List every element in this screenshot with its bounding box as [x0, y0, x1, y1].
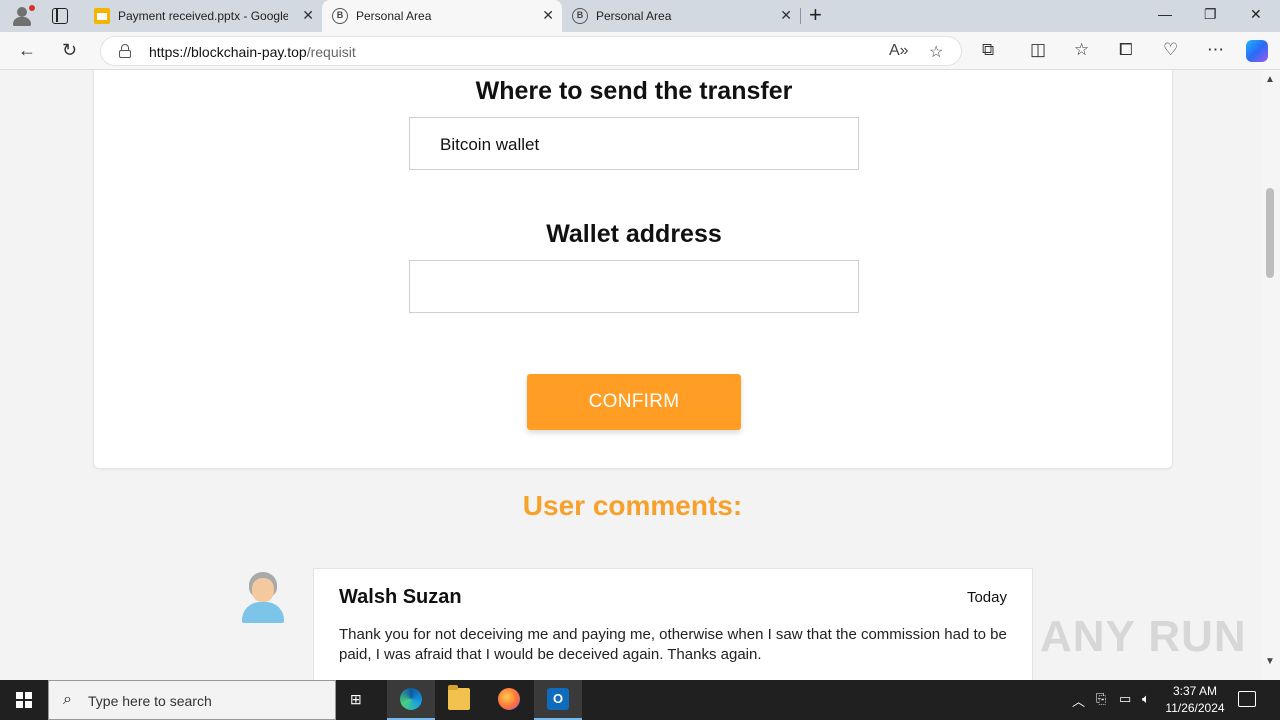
- back-button[interactable]: ←: [18, 40, 36, 60]
- firefox-icon: [498, 688, 520, 710]
- restore-button[interactable]: ❐: [1204, 6, 1217, 23]
- tab-actions-icon[interactable]: [52, 8, 68, 24]
- slides-icon: [94, 8, 110, 24]
- scroll-down-arrow-icon[interactable]: ▼: [1265, 656, 1275, 667]
- close-window-button[interactable]: ✕: [1250, 6, 1262, 23]
- confirm-button[interactable]: CONFIRM: [527, 374, 741, 430]
- taskbar-edge[interactable]: [387, 680, 435, 720]
- url-path: /requisit: [306, 44, 356, 60]
- vertical-scrollbar[interactable]: ▲ ▼: [1262, 70, 1280, 680]
- refresh-button[interactable]: ↻: [62, 40, 77, 60]
- anyrun-watermark: ANY RUN: [1040, 612, 1247, 661]
- transfer-form-card: Where to send the transfer Bitcoin walle…: [93, 70, 1173, 469]
- url-host: https://blockchain-pay.top: [149, 44, 307, 60]
- taskbar-firefox[interactable]: [485, 680, 533, 720]
- windows-taskbar: ⌕ Type here to search ⊞ O ︿ ⎘ ▭ 🔈︎ 3:37 …: [0, 680, 1280, 720]
- user-avatar-icon: [240, 570, 286, 624]
- split-screen-icon[interactable]: ◫: [1030, 41, 1046, 59]
- close-tab-icon[interactable]: ✕: [302, 7, 314, 24]
- browser-essentials-icon[interactable]: ♡: [1163, 41, 1178, 59]
- wallet-address-heading: Wallet address: [546, 220, 722, 248]
- show-hidden-icons[interactable]: ︿: [1072, 691, 1085, 710]
- browser-toolbar: ← ↻ https://blockchain-pay.top/requisit …: [0, 32, 1280, 70]
- task-view-icon[interactable]: ⊞: [350, 691, 368, 709]
- notification-icon[interactable]: [1238, 691, 1256, 707]
- clock-date: 11/26/2024: [1165, 701, 1225, 715]
- tab-title: Personal Area: [596, 9, 672, 23]
- volume-icon[interactable]: 🔈︎: [1142, 691, 1150, 707]
- search-placeholder: Type here to search: [88, 693, 212, 709]
- transfer-heading: Where to send the transfer: [475, 77, 793, 105]
- b-site-icon: B: [572, 8, 588, 24]
- folder-icon: [448, 685, 470, 710]
- taskbar-outlook[interactable]: O: [534, 680, 582, 720]
- transfer-method-select[interactable]: Bitcoin wallet: [409, 117, 859, 170]
- lock-icon[interactable]: [119, 44, 131, 58]
- tab-personal-area[interactable]: B Personal Area ✕: [562, 0, 800, 32]
- scrollbar-thumb[interactable]: [1266, 188, 1274, 278]
- minimize-button[interactable]: —: [1158, 6, 1172, 22]
- outlook-icon: O: [547, 688, 569, 710]
- collections-icon[interactable]: ⧠: [1119, 41, 1133, 59]
- favorites-icon[interactable]: ☆: [1074, 41, 1089, 59]
- extensions-icon[interactable]: ⧉: [982, 41, 994, 59]
- tab-bar: Payment received.pptx - Google ✕ B Perso…: [0, 0, 1280, 32]
- close-tab-icon[interactable]: ✕: [542, 7, 554, 24]
- b-site-icon: B: [332, 8, 348, 24]
- tab-title: Payment received.pptx - Google: [118, 9, 288, 23]
- taskbar-file-explorer[interactable]: [435, 680, 483, 720]
- system-clock[interactable]: 3:37 AM 11/26/2024: [1160, 683, 1230, 717]
- scroll-up-arrow-icon[interactable]: ▲: [1265, 74, 1275, 85]
- url-text[interactable]: https://blockchain-pay.top/requisit: [149, 44, 356, 60]
- page-viewport: Where to send the transfer Bitcoin walle…: [0, 70, 1262, 680]
- comment-date: Today: [966, 589, 1007, 606]
- read-aloud-icon[interactable]: A»: [889, 42, 909, 60]
- more-menu-icon[interactable]: ⋯: [1207, 41, 1224, 59]
- taskbar-search[interactable]: ⌕ Type here to search: [48, 680, 336, 720]
- comment-text: Thank you for not deceiving me and payin…: [339, 626, 1007, 663]
- new-tab-button[interactable]: +: [809, 4, 822, 26]
- close-tab-icon[interactable]: ✕: [780, 7, 792, 24]
- network-icon[interactable]: ▭: [1119, 691, 1131, 707]
- tab-payment-received[interactable]: Payment received.pptx - Google ✕: [84, 0, 322, 32]
- edge-icon: [400, 688, 422, 710]
- meet-now-icon[interactable]: ⎘: [1096, 691, 1106, 707]
- profile-icon[interactable]: [10, 4, 35, 28]
- tab-title: Personal Area: [356, 9, 432, 23]
- copilot-icon[interactable]: [1246, 40, 1268, 62]
- comments-title: User comments:: [522, 490, 743, 521]
- comment-author: Walsh Suzan: [339, 586, 462, 608]
- start-button[interactable]: [16, 692, 32, 708]
- favorite-star-icon[interactable]: ☆: [929, 42, 943, 62]
- search-icon: ⌕: [63, 691, 72, 708]
- clock-time: 3:37 AM: [1172, 684, 1218, 698]
- tab-divider: [800, 8, 801, 24]
- address-bar[interactable]: https://blockchain-pay.top/requisit A» ☆: [100, 36, 962, 66]
- wallet-address-input[interactable]: [409, 260, 859, 313]
- comment-card: Walsh Suzan Today Thank you for not dece…: [313, 568, 1033, 680]
- tab-personal-area-active[interactable]: B Personal Area ✕: [322, 0, 562, 32]
